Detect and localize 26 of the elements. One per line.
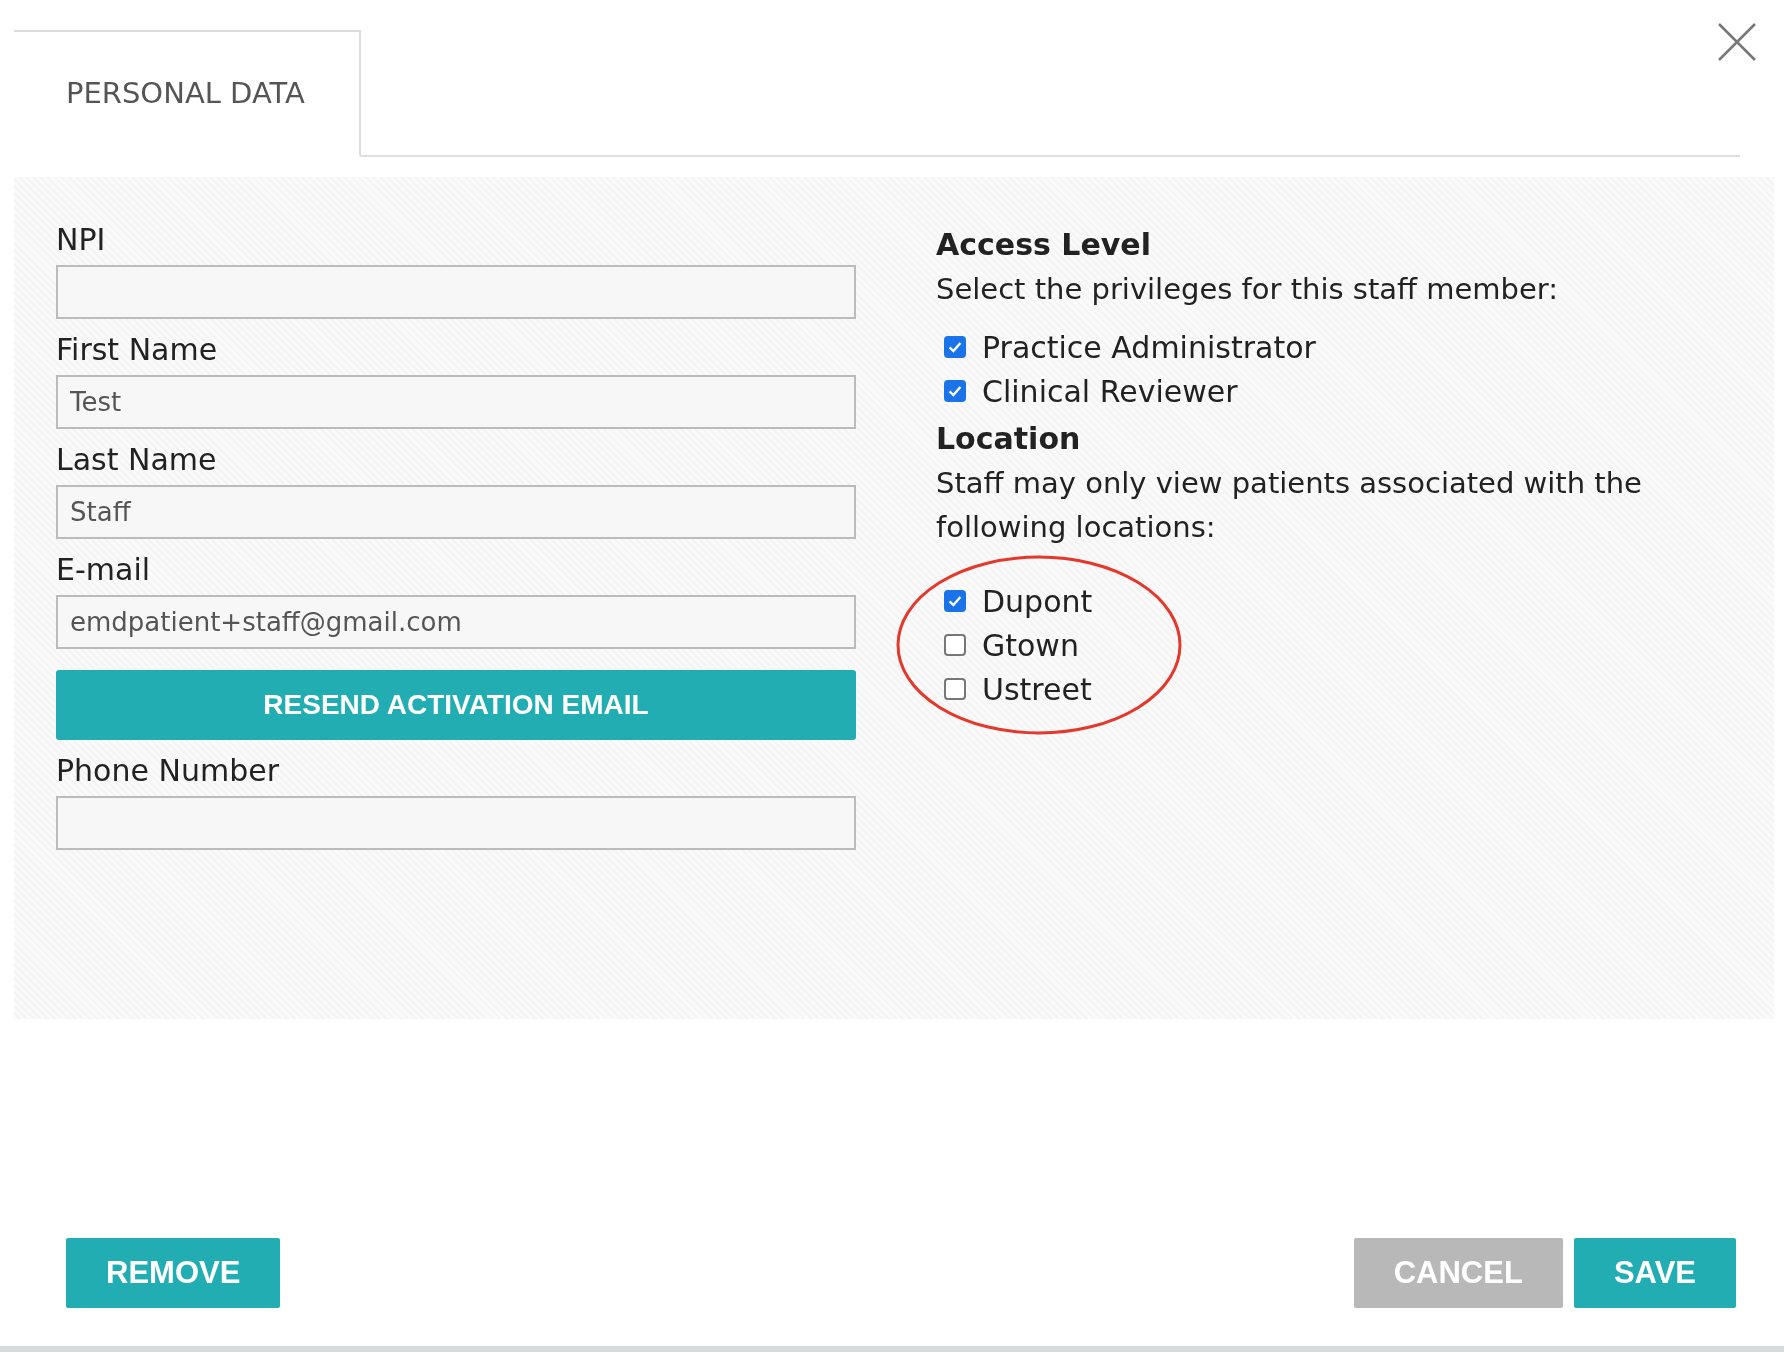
input-field[interactable]: emdpatient+staff@gmail.com — [56, 595, 856, 649]
section-description: Select the privileges for this staff member: — [936, 271, 1560, 308]
checkbox[interactable] — [944, 634, 966, 656]
checkbox-label: Gtown — [982, 627, 1079, 663]
field-label: E-mail — [56, 553, 152, 587]
checkbox[interactable] — [944, 380, 966, 402]
checkbox[interactable] — [944, 678, 966, 700]
input-field[interactable]: Staff — [56, 485, 856, 539]
checkbox-label: Dupont — [982, 583, 1093, 619]
checkbox[interactable] — [944, 590, 966, 612]
tab[interactable]: PERSONAL DATA — [14, 30, 361, 157]
input-field[interactable]: Test — [56, 375, 856, 429]
field-label: Phone Number — [56, 754, 280, 788]
section-description: Staff may only view patients associated with the following locations: — [936, 465, 1643, 546]
checkbox[interactable] — [944, 336, 966, 358]
field-label: First Name — [56, 333, 219, 367]
field-label: NPI — [56, 223, 107, 257]
field-label: Last Name — [56, 443, 218, 477]
checkbox-label: Clinical Reviewer — [982, 373, 1238, 409]
section-heading: Location — [936, 420, 1082, 458]
input-field[interactable] — [56, 796, 856, 850]
close-icon[interactable] — [1717, 22, 1757, 62]
input-field[interactable] — [56, 265, 856, 319]
checkbox-label: Ustreet — [982, 671, 1092, 707]
section-heading: Access Level — [936, 226, 1152, 264]
checkbox-label: Practice Administrator — [982, 329, 1316, 365]
